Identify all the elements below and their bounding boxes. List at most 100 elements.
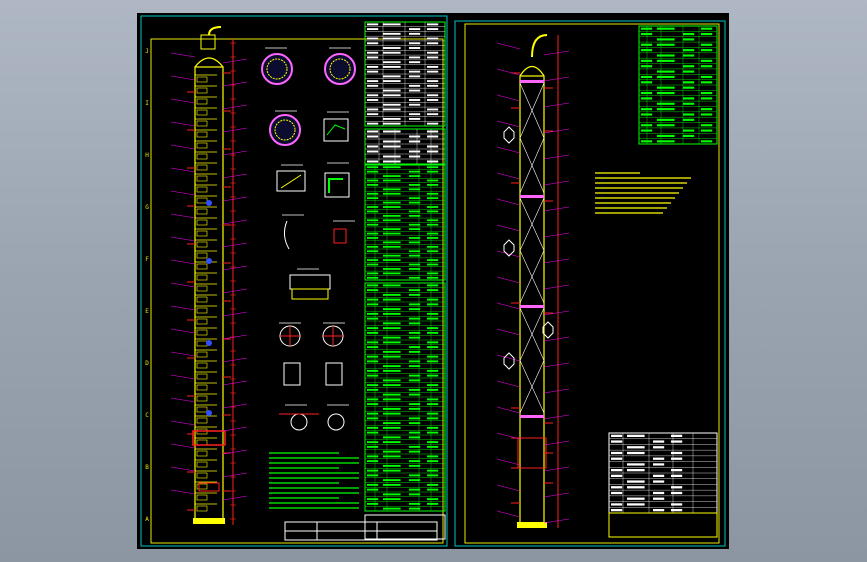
- leader: [543, 258, 570, 264]
- table-text: [367, 431, 379, 434]
- table-text: [367, 150, 379, 153]
- table-text: [367, 70, 379, 73]
- table-text: [383, 384, 401, 387]
- table-text: [427, 369, 439, 372]
- downcomer: [196, 142, 208, 149]
- downcomer: [196, 494, 208, 501]
- downcomer: [196, 76, 208, 83]
- leader: [222, 81, 248, 87]
- row-marker: H: [145, 152, 149, 159]
- leader: [496, 172, 521, 180]
- table-text: [409, 322, 421, 325]
- table-text: [427, 263, 439, 266]
- table-text: [409, 150, 421, 153]
- table-text: [641, 124, 653, 127]
- column-vessel-right: [496, 34, 570, 528]
- table-text: [409, 365, 421, 368]
- table-text: [409, 403, 421, 406]
- table-text: [427, 327, 439, 330]
- leader: [222, 58, 248, 64]
- leader: [496, 42, 521, 50]
- table-text: [367, 160, 379, 163]
- table-text: [427, 219, 439, 222]
- table-text: [427, 170, 439, 173]
- table-text: [367, 56, 379, 59]
- table-text: [367, 80, 379, 83]
- table-text: [409, 89, 421, 92]
- table-text: [383, 455, 401, 458]
- leader: [543, 154, 570, 160]
- table-text: [641, 81, 653, 84]
- table-text: [409, 70, 421, 73]
- table-text: [367, 51, 379, 54]
- table-text: [671, 440, 683, 443]
- table-text: [427, 94, 439, 97]
- downcomer: [196, 318, 208, 325]
- leader: [222, 357, 248, 363]
- parts-list-upper: [364, 164, 446, 281]
- table-text: [427, 245, 439, 248]
- table-text: [427, 42, 439, 45]
- leader: [170, 98, 196, 104]
- downcomer: [196, 153, 208, 160]
- table-text: [383, 355, 401, 358]
- table-text: [409, 268, 421, 270]
- table-text: [653, 457, 665, 460]
- table-text: [657, 134, 675, 138]
- leader: [222, 380, 248, 386]
- downcomer: [196, 98, 208, 105]
- table-text: [409, 210, 421, 213]
- table-text: [427, 417, 439, 420]
- table-text: [383, 80, 401, 83]
- table-text: [383, 379, 401, 382]
- table-text: [427, 232, 439, 235]
- table-text: [427, 250, 439, 253]
- downcomer: [196, 175, 208, 182]
- table-text: [657, 108, 675, 111]
- title-block-right: [608, 432, 718, 538]
- table-text: [409, 103, 421, 106]
- table-text: [367, 502, 379, 505]
- table-text: [641, 59, 653, 62]
- table-text: [367, 232, 379, 235]
- table-text: [409, 436, 421, 439]
- table-text: [701, 97, 713, 100]
- leader: [496, 302, 521, 310]
- table-text: [383, 61, 401, 64]
- table-text: [383, 94, 401, 97]
- table-text: [409, 450, 421, 453]
- table-text: [611, 474, 623, 477]
- column-vessel-left: [170, 26, 248, 525]
- table-text: [653, 463, 665, 466]
- table-text: [671, 486, 683, 489]
- downcomer: [196, 384, 208, 391]
- table-text: [701, 65, 713, 68]
- table-text: [409, 42, 421, 45]
- table-text: [427, 56, 439, 59]
- table-text: [409, 336, 421, 339]
- table-text: [367, 331, 379, 334]
- table-text: [409, 56, 421, 59]
- table-text: [671, 503, 683, 506]
- table-text: [409, 32, 421, 35]
- table-text: [367, 441, 379, 444]
- table-text: [383, 188, 401, 191]
- leader: [496, 484, 521, 492]
- leader: [222, 311, 248, 317]
- table-text: [671, 509, 683, 512]
- leader: [170, 305, 196, 311]
- table-text: [409, 422, 421, 425]
- table-text: [383, 272, 401, 275]
- leader: [222, 495, 248, 501]
- table-text: [383, 341, 401, 344]
- drawing-sheet[interactable]: J I H G F E D C B A: [137, 13, 729, 549]
- support-grid: [520, 80, 544, 83]
- table-text: [409, 488, 421, 491]
- table-text: [427, 303, 439, 306]
- leader: [543, 180, 570, 186]
- table-text: [683, 70, 695, 73]
- table-text: [409, 201, 421, 204]
- packing-sections: [519, 80, 545, 418]
- table-text: [409, 393, 421, 396]
- table-text: [367, 488, 379, 491]
